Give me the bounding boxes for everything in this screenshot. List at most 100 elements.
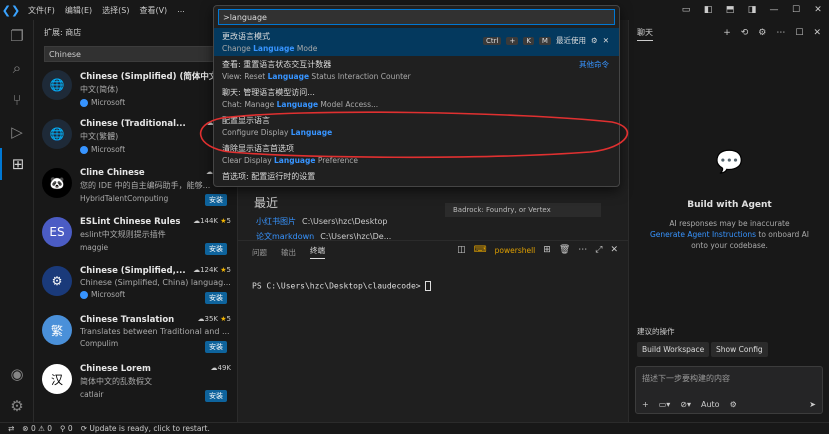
command-item[interactable]: 更改语言模式 Change Language Mode Ctrl + K M 最近使用 ⚙ ✕ — [214, 28, 619, 56]
extension-item[interactable]: ⚙ Chinese (Simplified,... Chinese (Simplif… — [34, 262, 237, 311]
device-icon[interactable]: ▭▾ — [659, 400, 671, 409]
model-picker[interactable]: Auto — [701, 400, 720, 409]
command-item[interactable]: 清除显示语言首选项 Clear Display Language Preferen… — [214, 140, 619, 168]
tab-terminal[interactable]: 终端 — [310, 245, 325, 259]
command-item[interactable]: 查看: 重置语言状态交互计数器 View: Reset Language Stat… — [214, 56, 619, 84]
manage-gear-icon[interactable]: ⚙ — [0, 390, 34, 422]
tab-output[interactable]: 输出 — [281, 247, 296, 258]
install-button[interactable]: 安装 — [205, 194, 227, 206]
install-button[interactable]: 安装 — [205, 341, 227, 353]
toggle-sidebar-icon[interactable]: ◧ — [697, 0, 719, 20]
extension-publisher[interactable]: Microsoft — [91, 145, 125, 154]
command-subtitle: View: Reset Language Status Interaction … — [222, 72, 611, 81]
command-item[interactable]: 首选项: 配置运行时的设置 — [214, 168, 619, 186]
extension-description: 简体中文的乱数假文 — [80, 377, 152, 386]
command-close-icon[interactable]: ✕ — [603, 36, 609, 45]
install-button[interactable]: 安装 — [205, 292, 227, 304]
extensions-icon[interactable]: ⊞ — [0, 148, 34, 180]
layout-panel-icon[interactable]: ▭ — [675, 0, 697, 20]
command-sub-post: Status Interaction Counter — [309, 72, 411, 81]
download-icon: ☁ — [197, 315, 205, 323]
search-icon[interactable]: ⌕ — [0, 52, 34, 84]
menu-edit[interactable]: 编辑(E) — [65, 5, 92, 16]
extension-publisher[interactable]: Compulim — [80, 339, 118, 348]
toggle-secondary-sidebar-icon[interactable]: ◨ — [741, 0, 763, 20]
tools-icon[interactable]: ⊘▾ — [680, 400, 691, 409]
welcome-card[interactable]: Badrock: Foundry, or Vertex — [445, 203, 601, 217]
extension-item[interactable]: 🐼 Cline Chinese 您的 IDE 中的自主编码助手，能够... Hybri… — [34, 164, 237, 213]
more-icon[interactable]: ⋯ — [776, 28, 785, 38]
run-debug-icon[interactable]: ▷ — [0, 116, 34, 148]
extension-search-input[interactable]: Chinese — [44, 46, 229, 62]
extension-publisher[interactable]: catlair — [80, 390, 104, 399]
add-context-icon[interactable]: + — [642, 400, 649, 409]
explorer-icon[interactable]: ❐ — [0, 20, 34, 52]
menu-file[interactable]: 文件(F) — [28, 5, 55, 16]
key-cap: K — [523, 36, 534, 45]
split-terminal-icon[interactable]: ◫ — [457, 245, 466, 255]
verified-icon — [80, 98, 88, 107]
command-subtitle: Chat: Manage Language Model Access... — [222, 100, 611, 109]
extension-item[interactable]: 🌐 Chinese (Simplified) (简体中文) 中文(简体) Micros… — [34, 66, 237, 115]
extension-publisher[interactable]: HybridTalentComputing — [80, 194, 168, 203]
chat-input[interactable]: 描述下一步要构建的内容 + ▭▾ ⊘▾ Auto ⚙ ➤ — [635, 366, 823, 414]
show-config-button[interactable]: Show Config — [711, 342, 768, 357]
command-item[interactable]: 聊天: 管理语言模型访问... Chat: Manage Language Mod… — [214, 84, 619, 112]
maximize-icon[interactable]: ☐ — [785, 0, 807, 20]
install-button[interactable]: 安装 — [205, 390, 227, 402]
settings-icon[interactable]: ⚙ — [758, 28, 766, 38]
command-sub-post: Mode — [294, 44, 318, 53]
maximize-icon[interactable]: ☐ — [795, 28, 803, 38]
extension-publisher[interactable]: maggie — [80, 243, 108, 252]
command-sub-pre: Clear Display — [222, 156, 275, 165]
extension-item[interactable]: ES ESLint Chinese Rules eslint中文规则提示插件 magg… — [34, 213, 237, 262]
menu-view[interactable]: 查看(V) — [139, 5, 167, 16]
extension-publisher[interactable]: Microsoft — [91, 98, 125, 107]
tab-chat[interactable]: 聊天 — [637, 25, 653, 41]
close-window-icon[interactable]: ✕ — [807, 0, 829, 20]
command-item[interactable]: 配置显示语言 Configure Display Language — [214, 112, 619, 140]
menu-more[interactable]: ... — [177, 5, 185, 16]
ports-status[interactable]: ⚲ 0 — [60, 424, 73, 433]
update-status[interactable]: ⟳ Update is ready, click to restart. — [81, 424, 210, 433]
toggle-panel-icon[interactable]: ⬒ — [719, 0, 741, 20]
command-match-highlight: Language — [290, 128, 333, 137]
send-icon[interactable]: ➤ — [809, 400, 816, 409]
maximize-panel-icon[interactable]: ⤢ — [595, 245, 602, 255]
tab-problems[interactable]: 问题 — [252, 247, 267, 258]
kill-terminal-icon[interactable]: 🗑 — [559, 245, 570, 255]
command-gear-icon[interactable]: ⚙ — [591, 36, 598, 45]
recent-item-name[interactable]: 小红书图片 — [256, 217, 296, 226]
menu-select[interactable]: 选择(S) — [102, 5, 129, 16]
tools-gear-icon[interactable]: ⚙ — [730, 400, 737, 409]
close-panel-icon[interactable]: ✕ — [610, 245, 618, 255]
more-actions-icon[interactable]: ⋯ — [578, 245, 587, 255]
terminal[interactable]: PS C:\Users\hzc\Desktop\claudecode> — [238, 263, 628, 309]
extension-item[interactable]: 汉 Chinese Lorem 简体中文的乱数假文 catlair ☁49K 安装 — [34, 360, 237, 409]
source-control-icon[interactable]: ⑂ — [0, 84, 34, 116]
extension-list: 🌐 Chinese (Simplified) (简体中文) 中文(简体) Micros… — [34, 66, 237, 409]
extension-publisher[interactable]: Microsoft — [91, 290, 125, 299]
extension-item[interactable]: 繁 Chinese Translation Translates between T… — [34, 311, 237, 360]
extension-item[interactable]: 🌐 Chinese (Traditional... 中文(繁體) Microsoft ☁… — [34, 115, 237, 164]
recent-item[interactable]: 小红书图片 C:\Users\hzc\Desktop — [256, 216, 387, 227]
agent-instructions-link[interactable]: Generate Agent Instructions — [650, 230, 756, 239]
new-chat-icon[interactable]: + — [723, 28, 731, 38]
minimize-icon[interactable]: — — [763, 0, 785, 20]
problems-status[interactable]: ⊗ 0 ⚠ 0 — [22, 424, 52, 433]
close-icon[interactable]: ✕ — [813, 28, 821, 38]
command-sub-post: Preference — [315, 156, 359, 165]
history-icon[interactable]: ⟲ — [741, 28, 749, 38]
command-input[interactable]: >language — [218, 9, 615, 25]
warning-count: 0 — [47, 424, 53, 433]
remote-icon[interactable]: ⇄ — [8, 424, 14, 433]
command-match-highlight: Language — [267, 72, 310, 81]
command-sub-pre: Chat: Manage — [222, 100, 277, 109]
build-workspace-button[interactable]: Build Workspace — [637, 342, 710, 357]
account-icon[interactable]: ◉ — [0, 358, 34, 390]
shell-name[interactable]: powershell — [495, 246, 536, 255]
install-button[interactable]: 安装 — [205, 243, 227, 255]
new-terminal-icon[interactable]: ⊞ — [543, 245, 551, 255]
menu-bar: 文件(F) 编辑(E) 选择(S) 查看(V) ... — [28, 5, 185, 16]
command-title: 首选项: 配置运行时的设置 — [222, 172, 316, 181]
